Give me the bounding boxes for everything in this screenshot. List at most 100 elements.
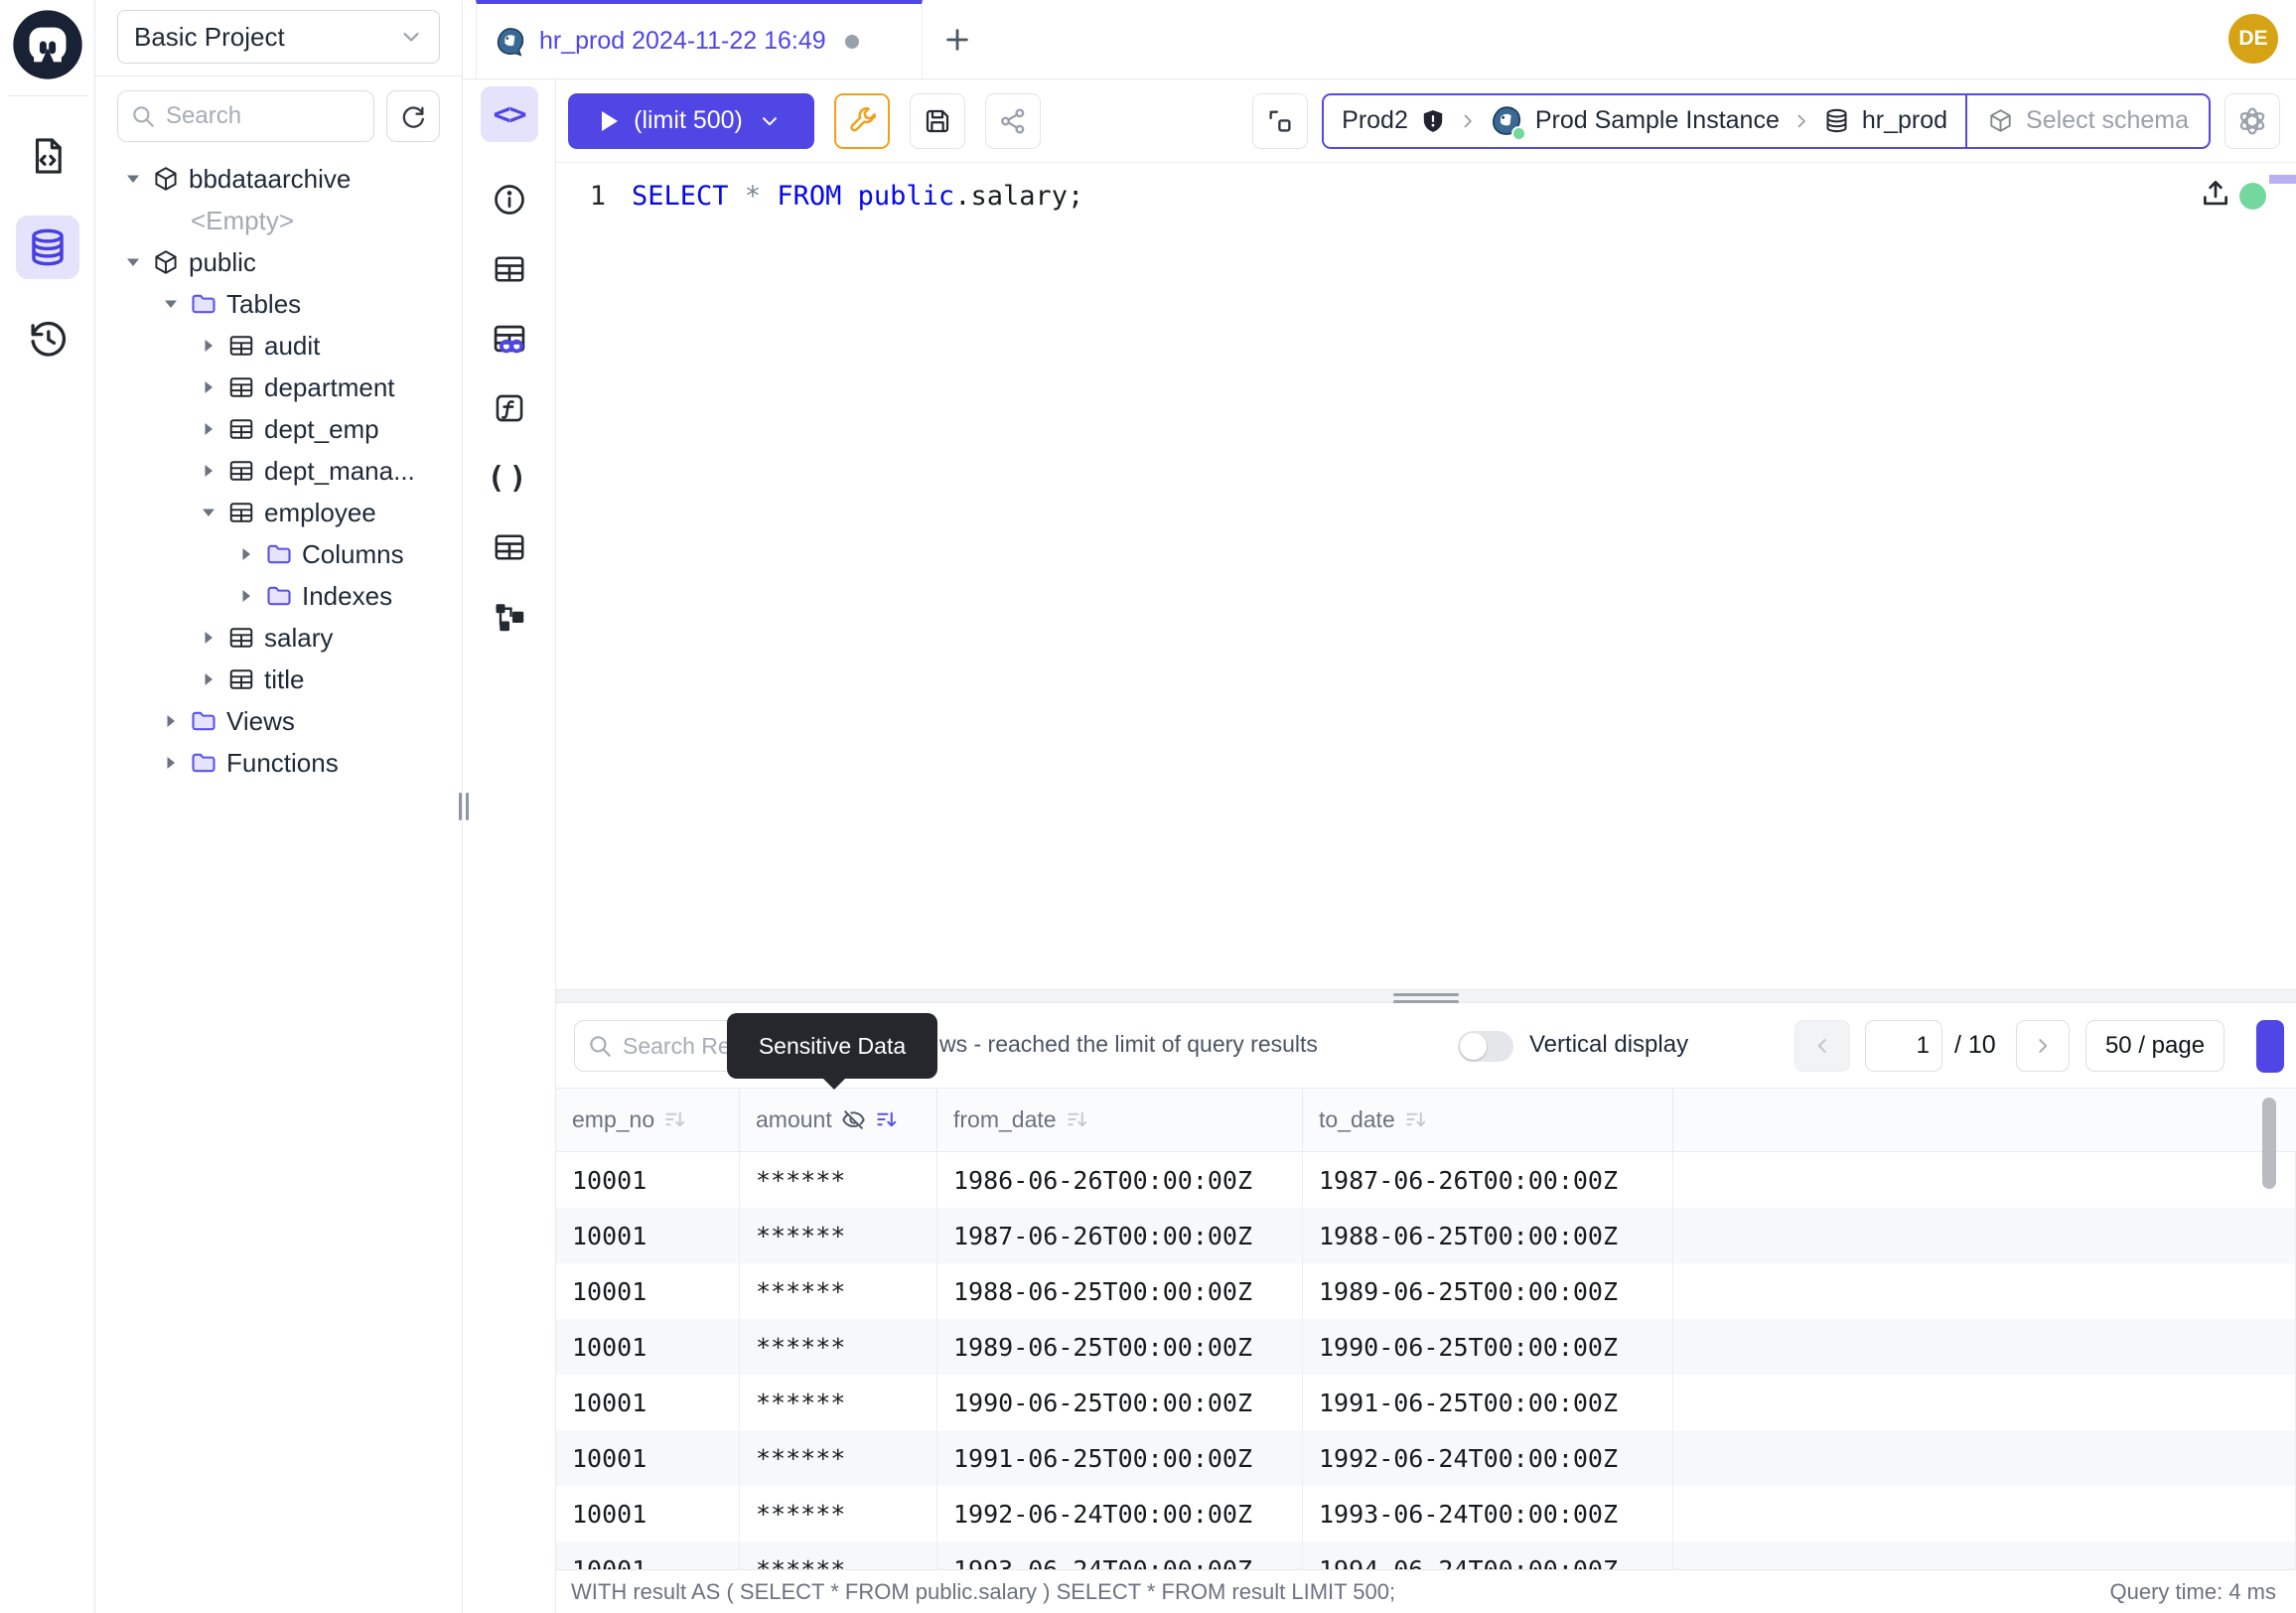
tree-item-public[interactable]: public	[95, 241, 462, 283]
external-tables-panel-button[interactable]	[481, 311, 538, 367]
bytebase-logo[interactable]	[11, 8, 84, 81]
sql-editor-pane[interactable]: 1 SELECT * FROM public.salary;	[556, 163, 2296, 989]
sort-icon-active[interactable]	[875, 1108, 898, 1131]
page-total-label: / 10	[1954, 1031, 1996, 1060]
sidebar-search[interactable]	[117, 90, 374, 142]
table-icon	[227, 624, 255, 652]
sidebar: Basic Project bbdataarchive <Empty>	[95, 0, 463, 1613]
sql-keyword: SELECT	[632, 181, 729, 212]
page-size-select[interactable]: 50 / page	[2085, 1020, 2224, 1072]
column-header-to-date[interactable]: to_date	[1303, 1089, 1673, 1151]
sidebar-search-input[interactable]	[166, 102, 361, 130]
folder-icon	[190, 290, 217, 318]
results-scrollbar[interactable]	[2262, 1098, 2276, 1189]
diagram-panel-button[interactable]	[481, 589, 538, 645]
user-avatar[interactable]: DE	[2228, 14, 2278, 64]
eye-off-icon[interactable]	[841, 1107, 866, 1132]
table-icon	[227, 665, 255, 693]
table-row[interactable]: 10001 ****** 1988-06-25T00:00:00Z 1989-0…	[556, 1263, 2296, 1319]
share-sheet-button[interactable]	[985, 93, 1041, 149]
code-panel-button[interactable]: <>	[481, 86, 538, 142]
procedures-panel-button[interactable]: ()	[481, 450, 538, 506]
schema-tree: bbdataarchive <Empty> public Tables audi…	[95, 158, 462, 784]
table-row[interactable]: 10001 ****** 1990-06-25T00:00:00Z 1991-0…	[556, 1375, 2296, 1430]
project-select[interactable]: Basic Project	[117, 10, 440, 64]
query-time-label: Query time: 4 ms	[2110, 1579, 2276, 1605]
tree-item-salary[interactable]: salary	[95, 617, 462, 659]
sort-icon[interactable]	[1404, 1108, 1427, 1131]
tree-item-columns[interactable]: Columns	[95, 533, 462, 575]
connection-selector[interactable]: Prod2 Prod Sample Instance h	[1322, 93, 1965, 149]
table-row[interactable]: 10001 ****** 1993-06-24T00:00:00Z 1994-0…	[556, 1541, 2296, 1569]
tab-hr-prod[interactable]: hr_prod 2024-11-22 16:49	[476, 0, 923, 78]
folder-icon	[265, 582, 293, 610]
tree-item-indexes[interactable]: Indexes	[95, 575, 462, 617]
connection-icon	[1265, 106, 1295, 136]
sql-dot: .	[954, 181, 970, 212]
vertical-display-toggle[interactable]	[1458, 1031, 1513, 1062]
run-button-label: (limit 500)	[634, 106, 743, 135]
database-icon	[27, 226, 69, 268]
page-number-input[interactable]	[1865, 1020, 1942, 1072]
chevron-left-icon	[1811, 1035, 1833, 1057]
caret-down-icon	[161, 294, 181, 314]
postgres-icon	[495, 26, 526, 58]
history-icon	[27, 318, 69, 360]
table-icon	[492, 529, 527, 565]
sidebar-resize-handle[interactable]	[459, 793, 469, 820]
views-panel-button[interactable]	[481, 519, 538, 575]
tables-panel-button[interactable]	[481, 241, 538, 297]
tree-item-title[interactable]: title	[95, 659, 462, 700]
add-tab-button[interactable]	[923, 0, 992, 78]
line-number: 1	[556, 177, 632, 217]
ai-assistant-button[interactable]	[2224, 93, 2280, 149]
results-grid[interactable]: 10001 ****** 1986-06-26T00:00:00Z 1987-0…	[556, 1152, 2296, 1569]
tree-item-employee[interactable]: employee	[95, 492, 462, 533]
tree-item-dept-manager[interactable]: dept_mana...	[95, 450, 462, 492]
table-row[interactable]: 10001 ****** 1989-06-25T00:00:00Z 1990-0…	[556, 1319, 2296, 1375]
schema-placeholder: Select schema	[2026, 106, 2189, 135]
sidebar-divider	[95, 75, 462, 76]
functions-panel-button[interactable]	[481, 380, 538, 436]
info-panel-button[interactable]	[481, 172, 538, 227]
tree-item-views[interactable]: Views	[95, 700, 462, 742]
results-panel: Sensitive Data ws - reached the limit of…	[556, 1003, 2296, 1569]
rail-database-button[interactable]	[16, 216, 79, 279]
tree-item-bbdataarchive[interactable]: bbdataarchive	[95, 158, 462, 200]
environment-label: Prod2	[1342, 106, 1408, 135]
tree-item-functions[interactable]: Functions	[95, 742, 462, 784]
tree-item-audit[interactable]: audit	[95, 325, 462, 367]
format-sql-button[interactable]	[834, 93, 890, 149]
project-select-value: Basic Project	[134, 22, 285, 53]
column-header-emp-no[interactable]: emp_no	[556, 1089, 740, 1151]
sort-icon[interactable]	[1066, 1108, 1088, 1131]
table-row[interactable]: 10001 ****** 1987-06-26T00:00:00Z 1988-0…	[556, 1208, 2296, 1263]
tree-item-department[interactable]: department	[95, 367, 462, 408]
tree-item-tables[interactable]: Tables	[95, 283, 462, 325]
sort-icon[interactable]	[663, 1108, 686, 1131]
results-toolbar: Sensitive Data ws - reached the limit of…	[556, 1003, 2296, 1088]
prev-page-button[interactable]	[1794, 1020, 1850, 1072]
rail-history-button[interactable]	[16, 307, 79, 370]
caret-right-icon	[161, 753, 181, 773]
caret-right-icon	[236, 586, 256, 606]
rail-worksheet-button[interactable]	[16, 124, 79, 188]
save-sheet-button[interactable]	[910, 93, 965, 149]
column-header-amount[interactable]: amount	[740, 1089, 937, 1151]
table-row[interactable]: 10001 ****** 1992-06-24T00:00:00Z 1993-0…	[556, 1486, 2296, 1541]
refresh-button[interactable]	[386, 90, 440, 142]
editor-side-strip: <> ()	[463, 79, 556, 1613]
table-row[interactable]: 10001 ****** 1991-06-25T00:00:00Z 1992-0…	[556, 1430, 2296, 1486]
wrench-icon	[847, 106, 877, 136]
run-query-button[interactable]: (limit 500)	[568, 93, 814, 149]
folder-icon	[265, 540, 293, 568]
table-row[interactable]: 10001 ****** 1986-06-26T00:00:00Z 1987-0…	[556, 1152, 2296, 1208]
upload-icon[interactable]	[2199, 177, 2232, 211]
export-button[interactable]	[2256, 1020, 2284, 1073]
panel-splitter[interactable]	[556, 989, 2296, 1003]
next-page-button[interactable]	[2016, 1020, 2070, 1072]
column-header-from-date[interactable]: from_date	[937, 1089, 1303, 1151]
schema-selector[interactable]: Select schema	[1965, 93, 2211, 149]
tree-item-dept-emp[interactable]: dept_emp	[95, 408, 462, 450]
connection-copy-button[interactable]	[1252, 93, 1308, 149]
